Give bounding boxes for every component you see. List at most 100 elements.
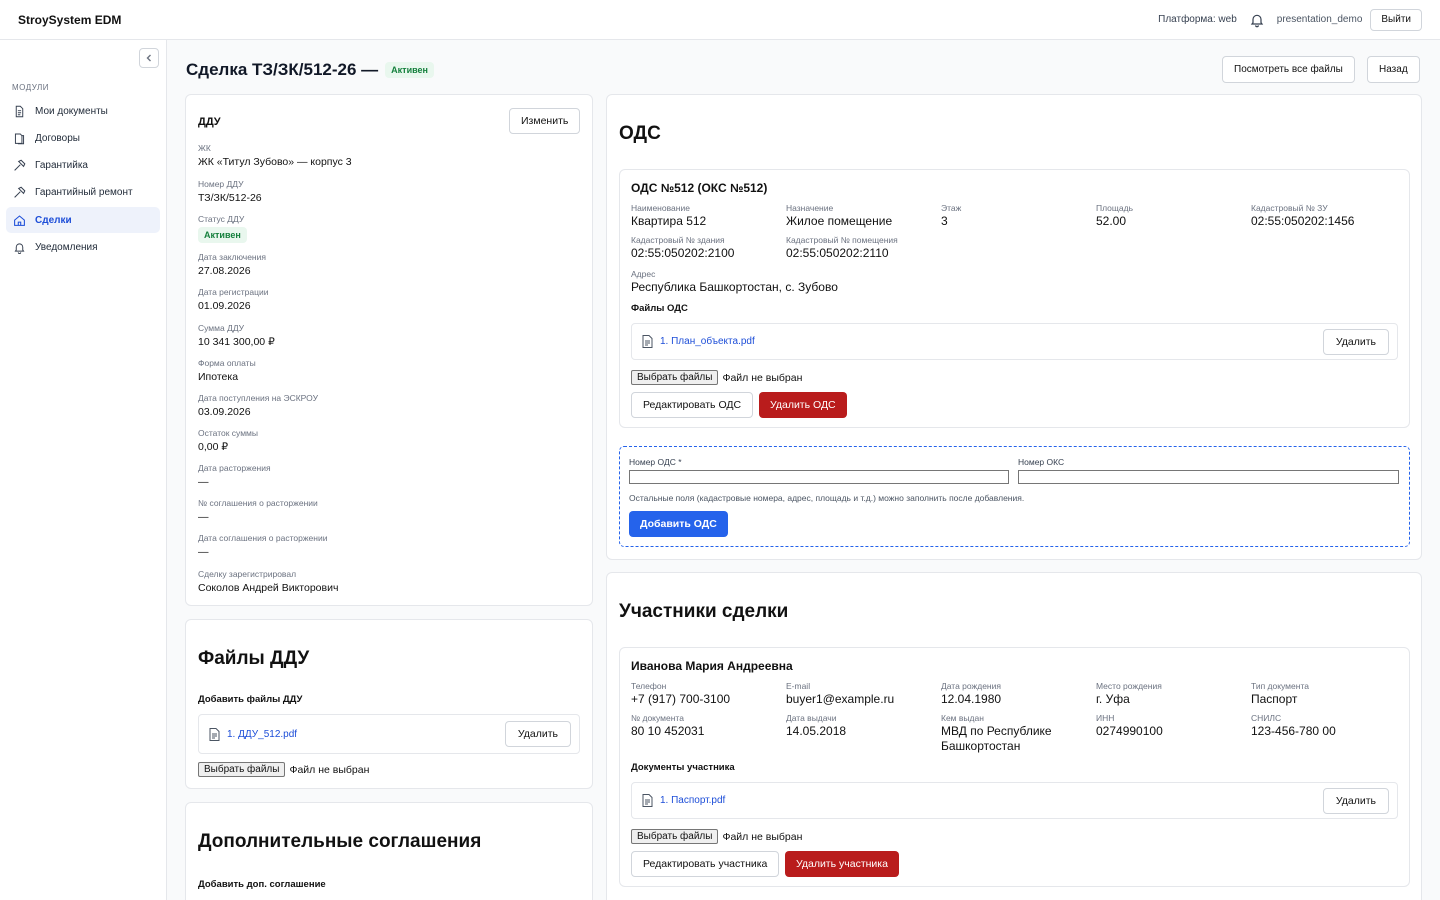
page-title: Сделка ТЗ/ЗК/512-26 — Активен [186,60,434,80]
participant-cell: Кем выдан МВД по Республике Башкортостан [941,713,1052,753]
delete-participant-button[interactable]: Удалить участника [785,851,899,877]
app-title: StroySystem EDM [18,12,122,27]
field-value: — [198,511,209,523]
add-ddu-files-label: Добавить файлы ДДУ [198,694,303,705]
field-value: 27.08.2026 [198,265,251,277]
documents-icon [14,133,25,144]
sidebar-item-label: Сделки [35,214,72,226]
sidebar-item-label: Уведомления [35,241,98,253]
sidebar-item-notifications[interactable]: Уведомления [6,234,160,260]
sidebar-item-label: Мои документы [35,105,108,117]
sidebar-item-contracts[interactable]: Договоры [6,125,160,151]
field-label: Сумма ДДУ [198,323,245,333]
oks-number-input[interactable] [1018,470,1399,484]
participant-cell: Телефон +7 (917) 700-3100 [631,681,731,706]
sidebar-item-warranty-repair[interactable]: Гарантийный ремонт [6,179,160,205]
sidebar-item-label: Гарантийный ремонт [35,186,133,198]
choose-files-button[interactable]: Выбрать файлы [631,370,719,385]
add-ods-form: Номер ОДС * Номер ОКС Остальные поля (ка… [619,446,1410,547]
field-value: Ипотека [198,371,239,383]
top-bar: StroySystem EDM Платформа: web presentat… [0,0,1440,40]
ods-cell: Адрес Республика Башкортостан, с. Зубово [631,269,838,294]
ods-cell: Площадь 52.00 [1096,203,1134,228]
sidebar-item-warranty[interactable]: Гарантийка [6,152,160,178]
edit-ods-button[interactable]: Редактировать ОДС [631,392,754,418]
participant-cell: Место рождения г. Уфа [1096,681,1162,706]
ods-title: ОДС [619,123,661,144]
delete-ods-button[interactable]: Удалить ОДС [759,392,847,418]
form-hint: Остальные поля (кадастровые номера, адре… [629,493,1025,503]
edit-ddu-button[interactable]: Изменить [509,108,581,134]
ods-number-input[interactable] [629,470,1009,484]
back-button[interactable]: Назад [1367,56,1420,83]
participant-cell: ИНН 0274990100 [1096,713,1163,738]
field-label: Остаток суммы [198,428,259,438]
field-value: Соколов Андрей Викторович [198,582,339,594]
document-icon [15,105,24,117]
chevron-left-icon [146,54,151,62]
ddu-files-card: Файлы ДДУ Добавить файлы ДДУ 1. ДДУ_512.… [185,619,593,789]
participants-title: Участники сделки [619,601,789,622]
field-label: № соглашения о расторжении [198,498,318,508]
sidebar-item-my-documents[interactable]: Мои документы [6,98,160,124]
file-picker: Выбрать файлы Файл не выбран [198,762,369,777]
participant-cell: Дата рождения 12.04.1980 [941,681,1002,706]
hammer-icon [14,159,26,171]
add-ods-button[interactable]: Добавить ОДС [629,511,728,537]
field-label: Дата поступления на ЭСКРОУ [198,393,318,403]
sidebar-item-label: Договоры [35,132,80,144]
ods-item-title: ОДС №512 (ОКС №512) [631,181,768,195]
sidebar: МОДУЛИ Мои документы Договоры Гарантийка… [0,40,167,900]
status-badge: Активен [385,62,434,78]
field-label: ЖК [198,143,211,153]
participant-cell: Дата выдачи 14.05.2018 [786,713,847,738]
field-value: — [198,546,209,558]
field-value: 01.09.2026 [198,300,251,312]
participant-cell: Тип документа Паспорт [1251,681,1309,706]
delete-file-button[interactable]: Удалить [1322,329,1389,355]
ods-cell: Кадастровый № помещения 02:55:050202:2110 [786,235,898,260]
file-link[interactable]: 1. ДДУ_512.pdf [227,729,297,740]
file-row: 1. Паспорт.pdf Удалить [631,782,1398,819]
choose-files-button[interactable]: Выбрать файлы [631,829,719,844]
hammer-icon [14,186,26,198]
ods-item-card: ОДС №512 (ОКС №512) Наименование Квартира… [619,169,1410,428]
add-addendum-label: Добавить доп. соглашение [198,879,326,890]
sidebar-item-label: Гарантийка [35,159,88,171]
home-icon [14,214,25,226]
field-label: Статус ДДУ [198,214,245,224]
participant-cell: № документа 80 10 452031 [631,713,705,738]
collapse-sidebar-button[interactable] [139,48,159,68]
file-picker: Выбрать файлы Файл не выбран [631,370,802,385]
participant-cell: СНИЛС 123-456-780 00 [1251,713,1336,738]
field-value: 0,00 ₽ [198,441,229,453]
participant-card: Иванова Мария Андреевна Телефон +7 (917) … [619,647,1410,887]
oks-number-label: Номер ОКС [1018,457,1065,467]
edit-participant-button[interactable]: Редактировать участника [631,851,780,877]
logout-button[interactable]: Выйти [1370,8,1422,31]
bell-icon[interactable] [1249,12,1265,28]
field-label: Сделку зарегистрировал [198,569,297,579]
ods-cell: Этаж 3 [941,203,962,228]
ods-cell: Кадастровый № здания 02:55:050202:2100 [631,235,735,260]
file-icon [209,727,220,741]
field-label: Форма оплаты [198,358,256,368]
ods-cell: Назначение Жилое помещение [786,203,893,228]
no-file-label: Файл не выбран [289,763,370,776]
ods-cell: Наименование Квартира 512 [631,203,707,228]
sidebar-item-deals[interactable]: Сделки [6,207,160,233]
field-value: ЖК «Титул Зубово» — корпус 3 [198,156,352,168]
delete-file-button[interactable]: Удалить [1322,788,1389,814]
view-all-files-button[interactable]: Посмотреть все файлы [1222,56,1355,83]
file-link[interactable]: 1. План_объекта.pdf [660,336,755,347]
choose-files-button[interactable]: Выбрать файлы [198,762,286,777]
username: presentation_demo [1276,14,1363,25]
file-link[interactable]: 1. Паспорт.pdf [660,795,725,806]
file-picker: Выбрать файлы Файл не выбран [631,829,802,844]
delete-file-button[interactable]: Удалить [504,721,571,747]
ddu-status-badge: Активен [198,227,247,243]
field-value: ТЗ/ЗК/512-26 [198,192,262,204]
participant-name: Иванова Мария Андреевна [631,659,793,673]
addendum-title: Дополнительные соглашения [198,831,482,852]
participants-card: Участники сделки Иванова Мария Андреевна… [606,572,1422,900]
